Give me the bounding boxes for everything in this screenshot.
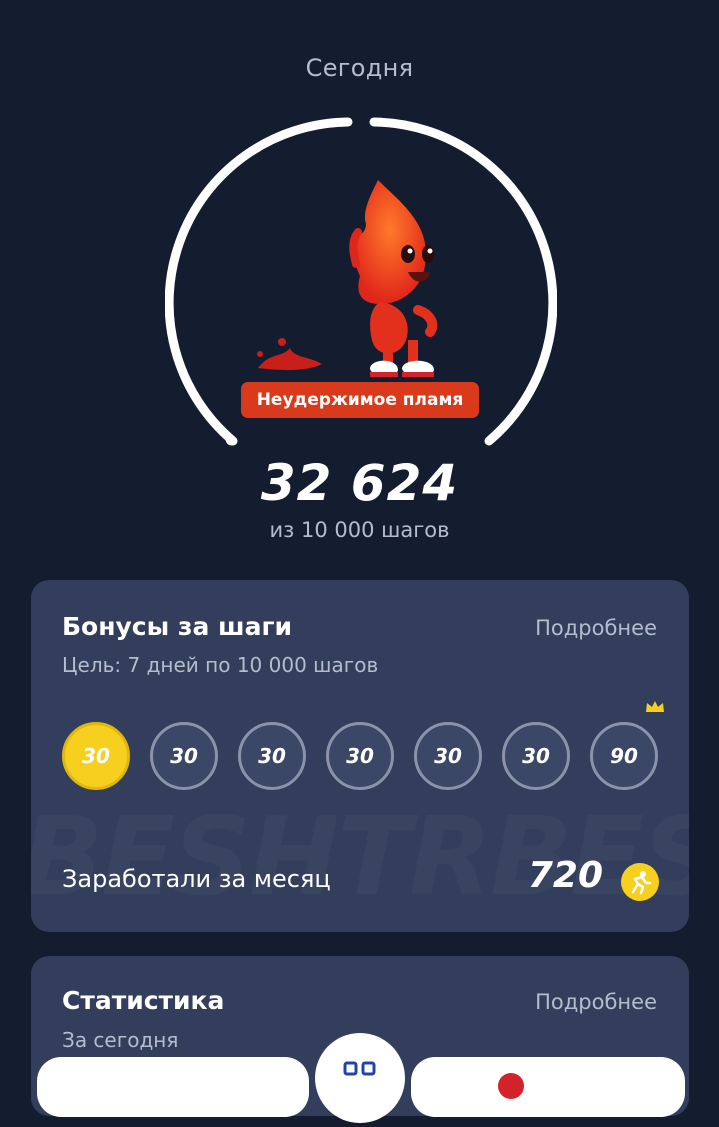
bonuses-more-link[interactable]: Подробнее bbox=[535, 616, 657, 640]
bonus-coins-row: 30 30 30 30 30 30 90 bbox=[62, 701, 664, 792]
nav-center-button[interactable] bbox=[315, 1033, 405, 1123]
grid-icon bbox=[343, 1061, 376, 1076]
bonus-coin-day-4: 30 bbox=[326, 722, 394, 790]
bonuses-card[interactable]: BESHTRBESHTR Бонусы за шаги Подробнее Це… bbox=[31, 580, 689, 932]
earned-label: Заработали за месяц bbox=[62, 865, 331, 893]
nav-right-indicator-icon bbox=[498, 1073, 524, 1099]
bonus-coin-day-7: 90 bbox=[590, 722, 658, 790]
stats-more-link[interactable]: Подробнее bbox=[535, 990, 657, 1014]
flame-mascot-icon bbox=[230, 172, 480, 392]
bonus-coin-day-6: 30 bbox=[502, 722, 570, 790]
achievement-badge: Неудержимое пламя bbox=[241, 382, 479, 418]
stats-subtitle: За сегодня bbox=[62, 1028, 179, 1052]
step-goal: из 10 000 шагов bbox=[269, 518, 450, 542]
runner-coin-icon bbox=[621, 863, 659, 901]
bonus-coin-day-1: 30 bbox=[62, 722, 130, 790]
crown-icon bbox=[646, 701, 664, 712]
bonus-coin-day-3: 30 bbox=[238, 722, 306, 790]
bonuses-subtitle: Цель: 7 дней по 10 000 шагов bbox=[62, 653, 379, 677]
step-count: 32 624 bbox=[260, 454, 459, 512]
stats-title: Статистика bbox=[62, 986, 225, 1015]
bonus-coin-day-5: 30 bbox=[414, 722, 482, 790]
today-label[interactable]: Сегодня bbox=[0, 54, 719, 82]
bonuses-title: Бонусы за шаги bbox=[62, 612, 293, 641]
bonus-coin-day-2: 30 bbox=[150, 722, 218, 790]
nav-left-button[interactable] bbox=[37, 1057, 309, 1117]
nav-right-button[interactable] bbox=[411, 1057, 685, 1117]
earned-value: 720 bbox=[527, 855, 603, 896]
